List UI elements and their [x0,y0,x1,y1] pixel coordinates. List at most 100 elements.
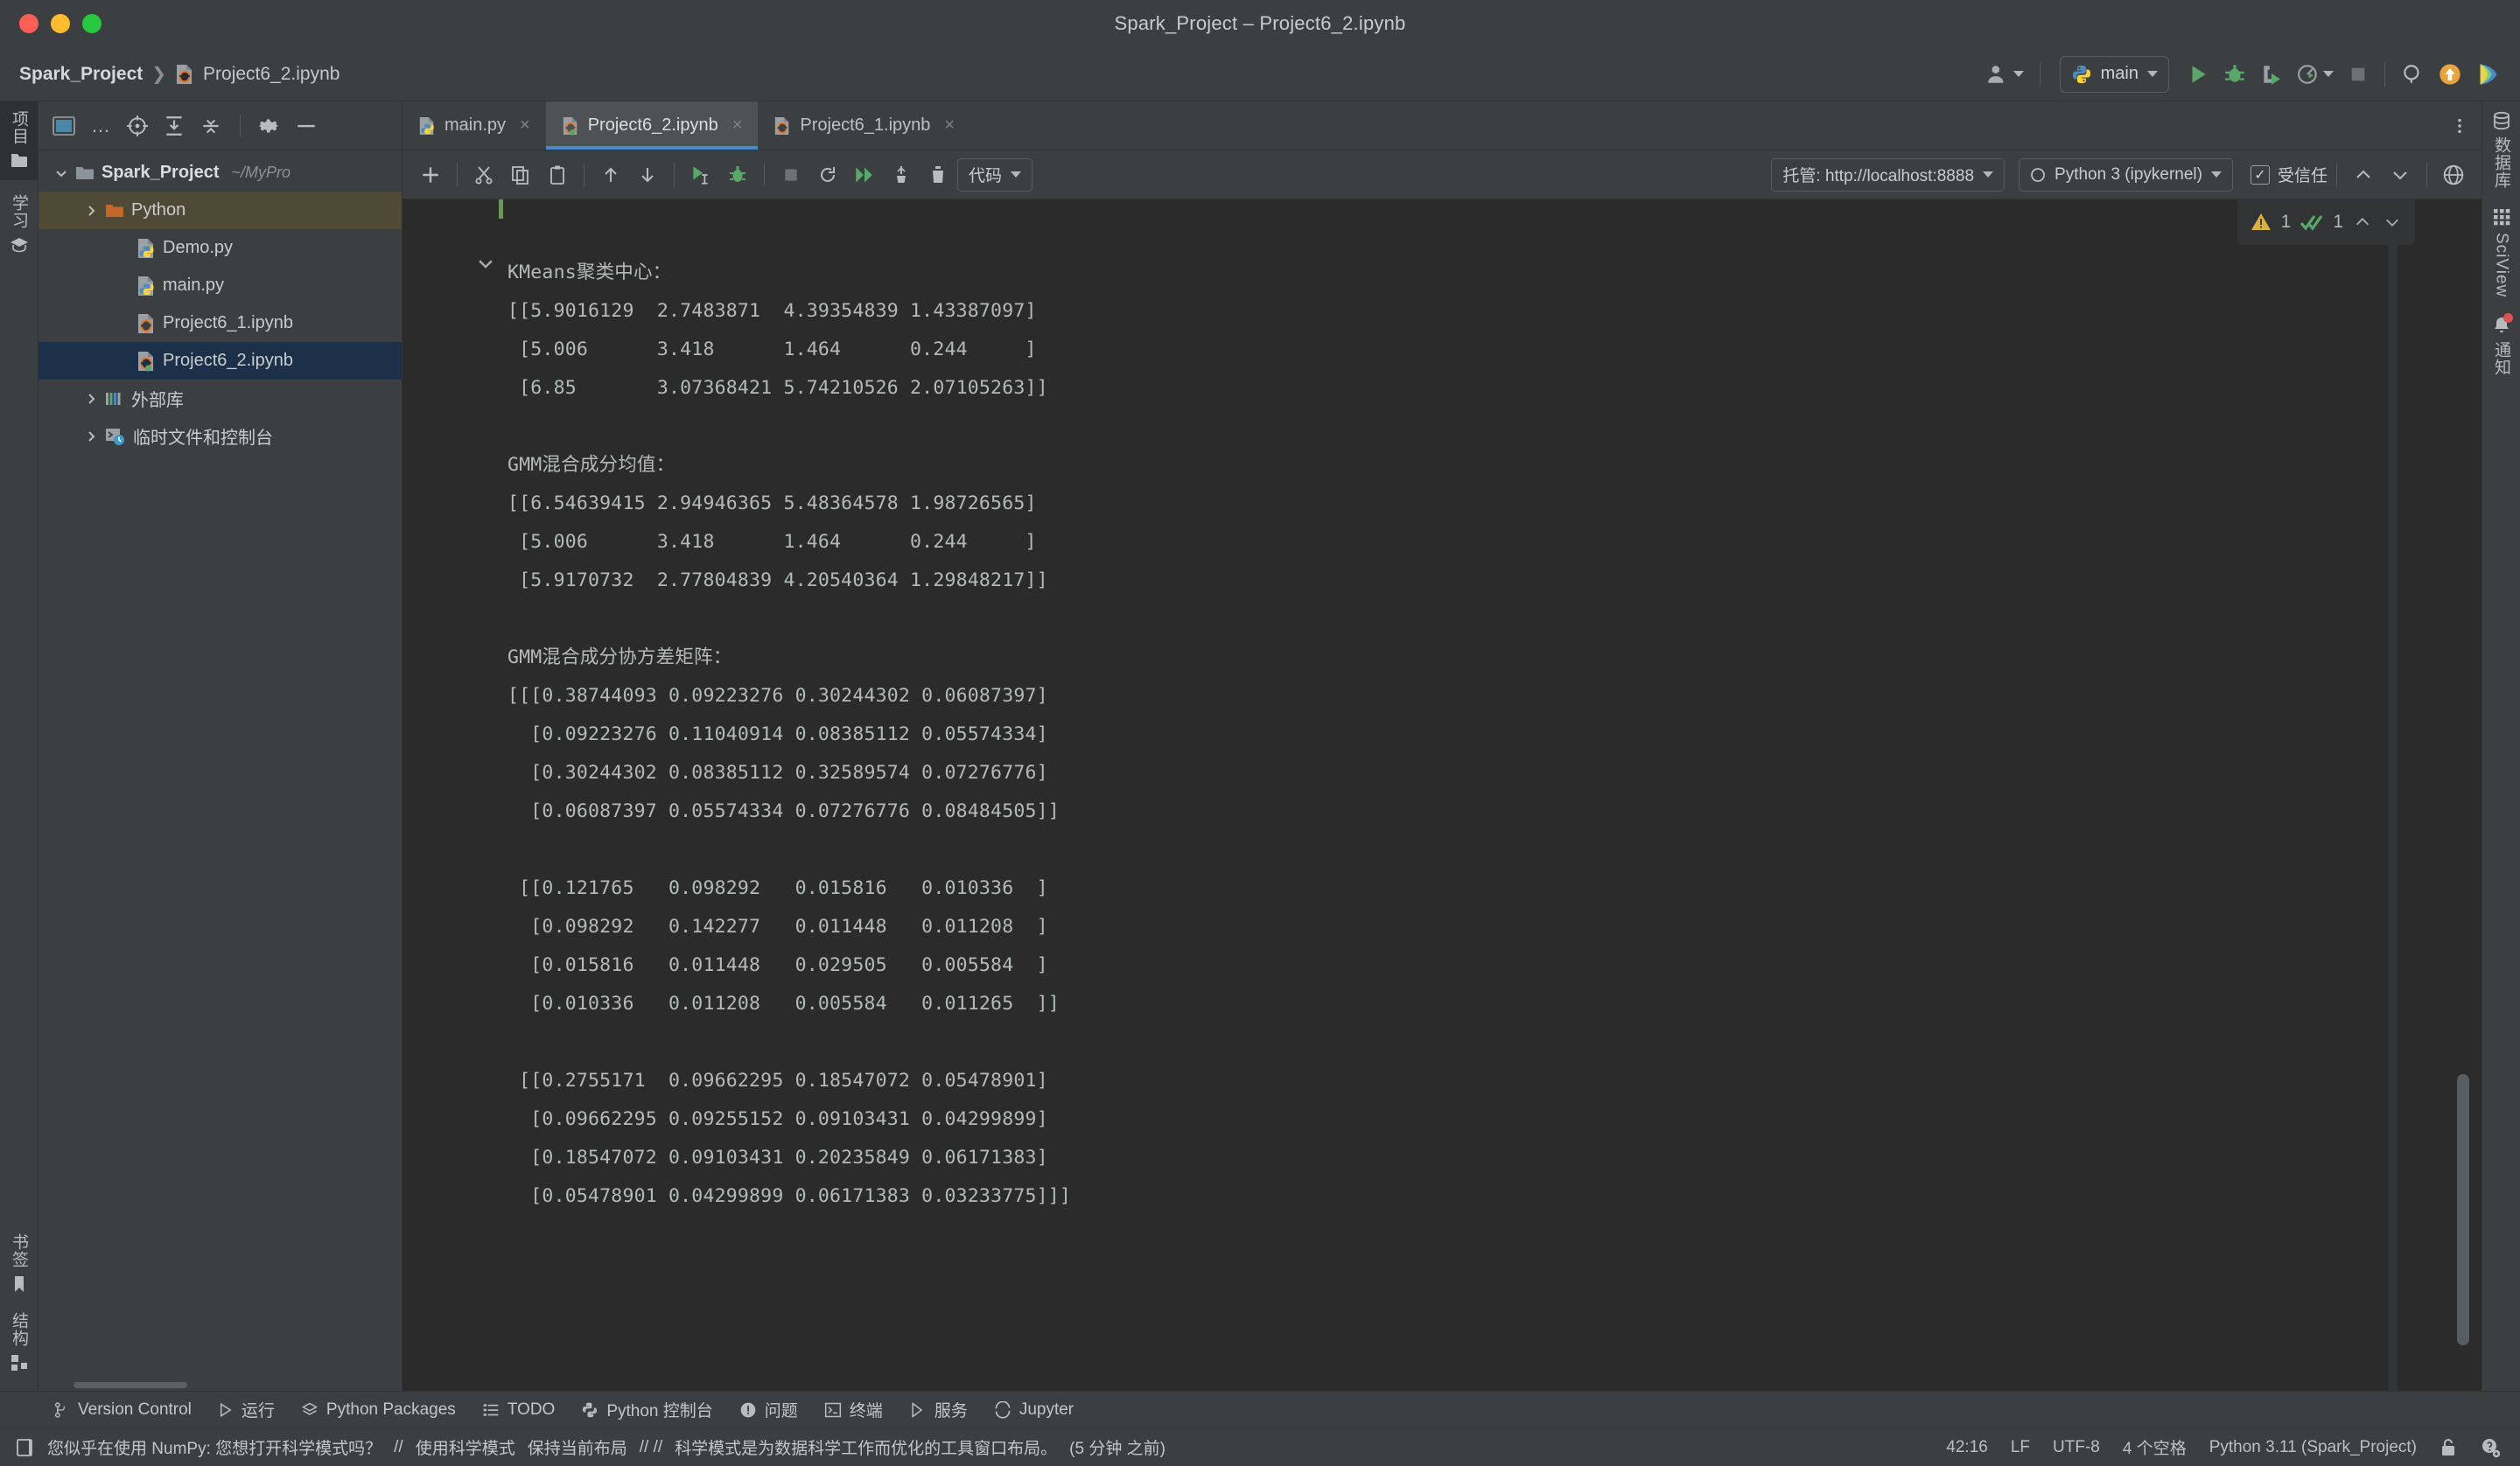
inspection-widget[interactable]: 1 1 [2236,199,2415,245]
ai-assistant-icon[interactable] [2471,57,2506,92]
cut-icon[interactable] [466,157,501,192]
tab-project6-1[interactable]: Project6_1.ipynb × [758,101,970,150]
move-up-icon[interactable] [593,157,628,192]
account-icon[interactable] [1981,57,2029,92]
close-icon[interactable]: × [520,115,530,136]
restart-kernel-icon[interactable] [810,157,845,192]
tool-window-python-console[interactable]: Python 控制台 [581,1398,713,1421]
run-all-icon[interactable] [847,157,882,192]
tool-window-problems[interactable]: 问题 [739,1398,798,1421]
tool-window-terminal[interactable]: 终端 [824,1398,883,1421]
status-timestamp: (5 分钟 之前) [1069,1440,1166,1458]
notification-icon[interactable] [16,1437,35,1458]
inspection-settings-icon[interactable] [2480,1437,2501,1458]
project-panel-hscrollbar[interactable] [38,1379,402,1391]
tree-node-demo-py[interactable]: Demo.py [38,229,402,267]
window-mode-icon[interactable] [49,111,79,141]
tree-node-main-py[interactable]: main.py [38,267,402,304]
run-cell-icon[interactable] [683,157,718,192]
next-problem-icon[interactable] [2382,213,2403,232]
breadcrumb-file[interactable]: Project6_2.ipynb [203,64,340,85]
warning-icon [2250,212,2272,233]
run-button[interactable] [2181,57,2215,92]
tool-window-python-packages[interactable]: Python Packages [301,1400,456,1420]
chevron-right-icon[interactable] [84,429,98,443]
run-with-coverage-button[interactable] [2255,57,2288,92]
caret-position[interactable]: 42:16 [1946,1438,1988,1457]
profile-button[interactable] [2292,57,2339,92]
collapse-all-icon[interactable] [196,111,226,141]
python-file-icon [136,238,156,259]
tool-window-services[interactable]: 服务 [909,1398,968,1421]
close-icon[interactable]: × [944,115,955,136]
jupyter-file-icon [136,313,156,334]
tree-node-scratches[interactable]: 临时文件和控制台 [38,417,402,455]
line-separator[interactable]: LF [2011,1438,2030,1457]
open-in-browser-icon[interactable] [2436,157,2471,192]
tab-project6-2[interactable]: Project6_2.ipynb × [545,101,759,150]
output-block-2-line-2: [0.30244302 0.08385112 0.32589574 0.0727… [508,762,1048,784]
stop-button[interactable] [2342,57,2374,92]
run-configuration-selector[interactable]: main [2059,55,2169,93]
chevron-right-icon[interactable] [84,204,98,218]
prev-problem-icon[interactable] [2352,213,2373,232]
clear-outputs-icon[interactable] [884,157,919,192]
tree-node-external-libraries[interactable]: 外部库 [38,380,402,417]
tree-node-project6-1[interactable]: Project6_1.ipynb [38,304,402,342]
trusted-checkbox[interactable]: ✓ 受信任 [2250,163,2328,186]
sidebar-item-notifications[interactable]: 通知 [2482,306,2520,385]
close-icon[interactable]: × [732,115,743,136]
hide-icon[interactable] [291,111,321,141]
move-down-icon[interactable] [630,157,665,192]
python-interpreter[interactable]: Python 3.11 (Spark_Project) [2209,1438,2417,1457]
tool-window-version-control[interactable]: Version Control [52,1400,192,1420]
add-cell-icon[interactable] [413,157,448,192]
jupyter-server-selector[interactable]: 托管: http://localhost:8888 [1771,157,2006,192]
interrupt-icon[interactable] [774,157,808,192]
debug-cell-icon[interactable] [720,157,755,192]
more-icon[interactable]: … [86,111,116,141]
status-message: 您似乎在使用 NumPy: 您想打开科学模式吗？ [47,1440,382,1458]
tree-node-project6-2[interactable]: Project6_2.ipynb [38,342,402,380]
paste-icon[interactable] [540,157,575,192]
prev-cell-icon[interactable] [2346,157,2381,192]
expand-all-icon[interactable] [159,111,189,141]
chevron-right-icon[interactable] [84,392,98,406]
lock-icon[interactable] [2440,1438,2457,1457]
sidebar-item-bookmarks[interactable]: 书签 [0,1225,38,1303]
search-icon[interactable] [2396,57,2429,92]
editor-vertical-scrollbar[interactable] [2457,199,2469,1391]
collapse-output-icon[interactable] [476,254,495,273]
file-encoding[interactable]: UTF-8 [2053,1438,2100,1457]
delete-cell-icon[interactable] [920,157,956,192]
tool-window-todo[interactable]: TODO [482,1400,555,1420]
update-icon[interactable] [2432,57,2468,92]
copy-icon[interactable] [503,157,538,192]
status-action-keep-layout[interactable]: 保持当前布局 [528,1435,627,1459]
select-opened-file-icon[interactable] [122,111,152,141]
tool-window-run[interactable]: 运行 [218,1398,275,1421]
tab-main-py[interactable]: main.py × [402,101,546,150]
status-action-enable-scientific-mode[interactable]: 使用科学模式 [416,1435,515,1459]
tree-node-spark-project[interactable]: Spark_Project ~/MyPro [38,154,402,192]
sidebar-item-database[interactable]: 数据库 [2482,101,2520,198]
indent-setting[interactable]: 4 个空格 [2123,1435,2187,1459]
debug-button[interactable] [2218,57,2251,92]
sidebar-item-project[interactable]: 项目 [0,101,38,180]
tab-bar-options[interactable] [2450,101,2482,150]
tool-window-jupyter[interactable]: Jupyter [994,1400,1074,1420]
next-cell-icon[interactable] [2383,157,2418,192]
tree-node-python[interactable]: Python [38,192,402,229]
breadcrumb-project[interactable]: Spark_Project [19,64,143,85]
tool-window-label: Jupyter [1018,1400,1074,1419]
sidebar-item-sciview[interactable]: SciView [2482,198,2520,306]
sidebar-item-learn[interactable]: 学习 [0,185,38,264]
cell-type-selector[interactable]: 代码 [957,157,1033,192]
python-file-icon [418,116,436,136]
project-rail-label: 项目 [10,110,28,145]
chevron-down-icon[interactable] [54,166,68,180]
kernel-selector[interactable]: Python 3 (ipykernel) [2019,157,2233,192]
sidebar-item-structure[interactable]: 结构 [0,1303,38,1382]
settings-icon[interactable] [255,111,284,141]
main-toolbar: Spark_Project ❯ Project6_2.ipynb main [0,47,2520,101]
